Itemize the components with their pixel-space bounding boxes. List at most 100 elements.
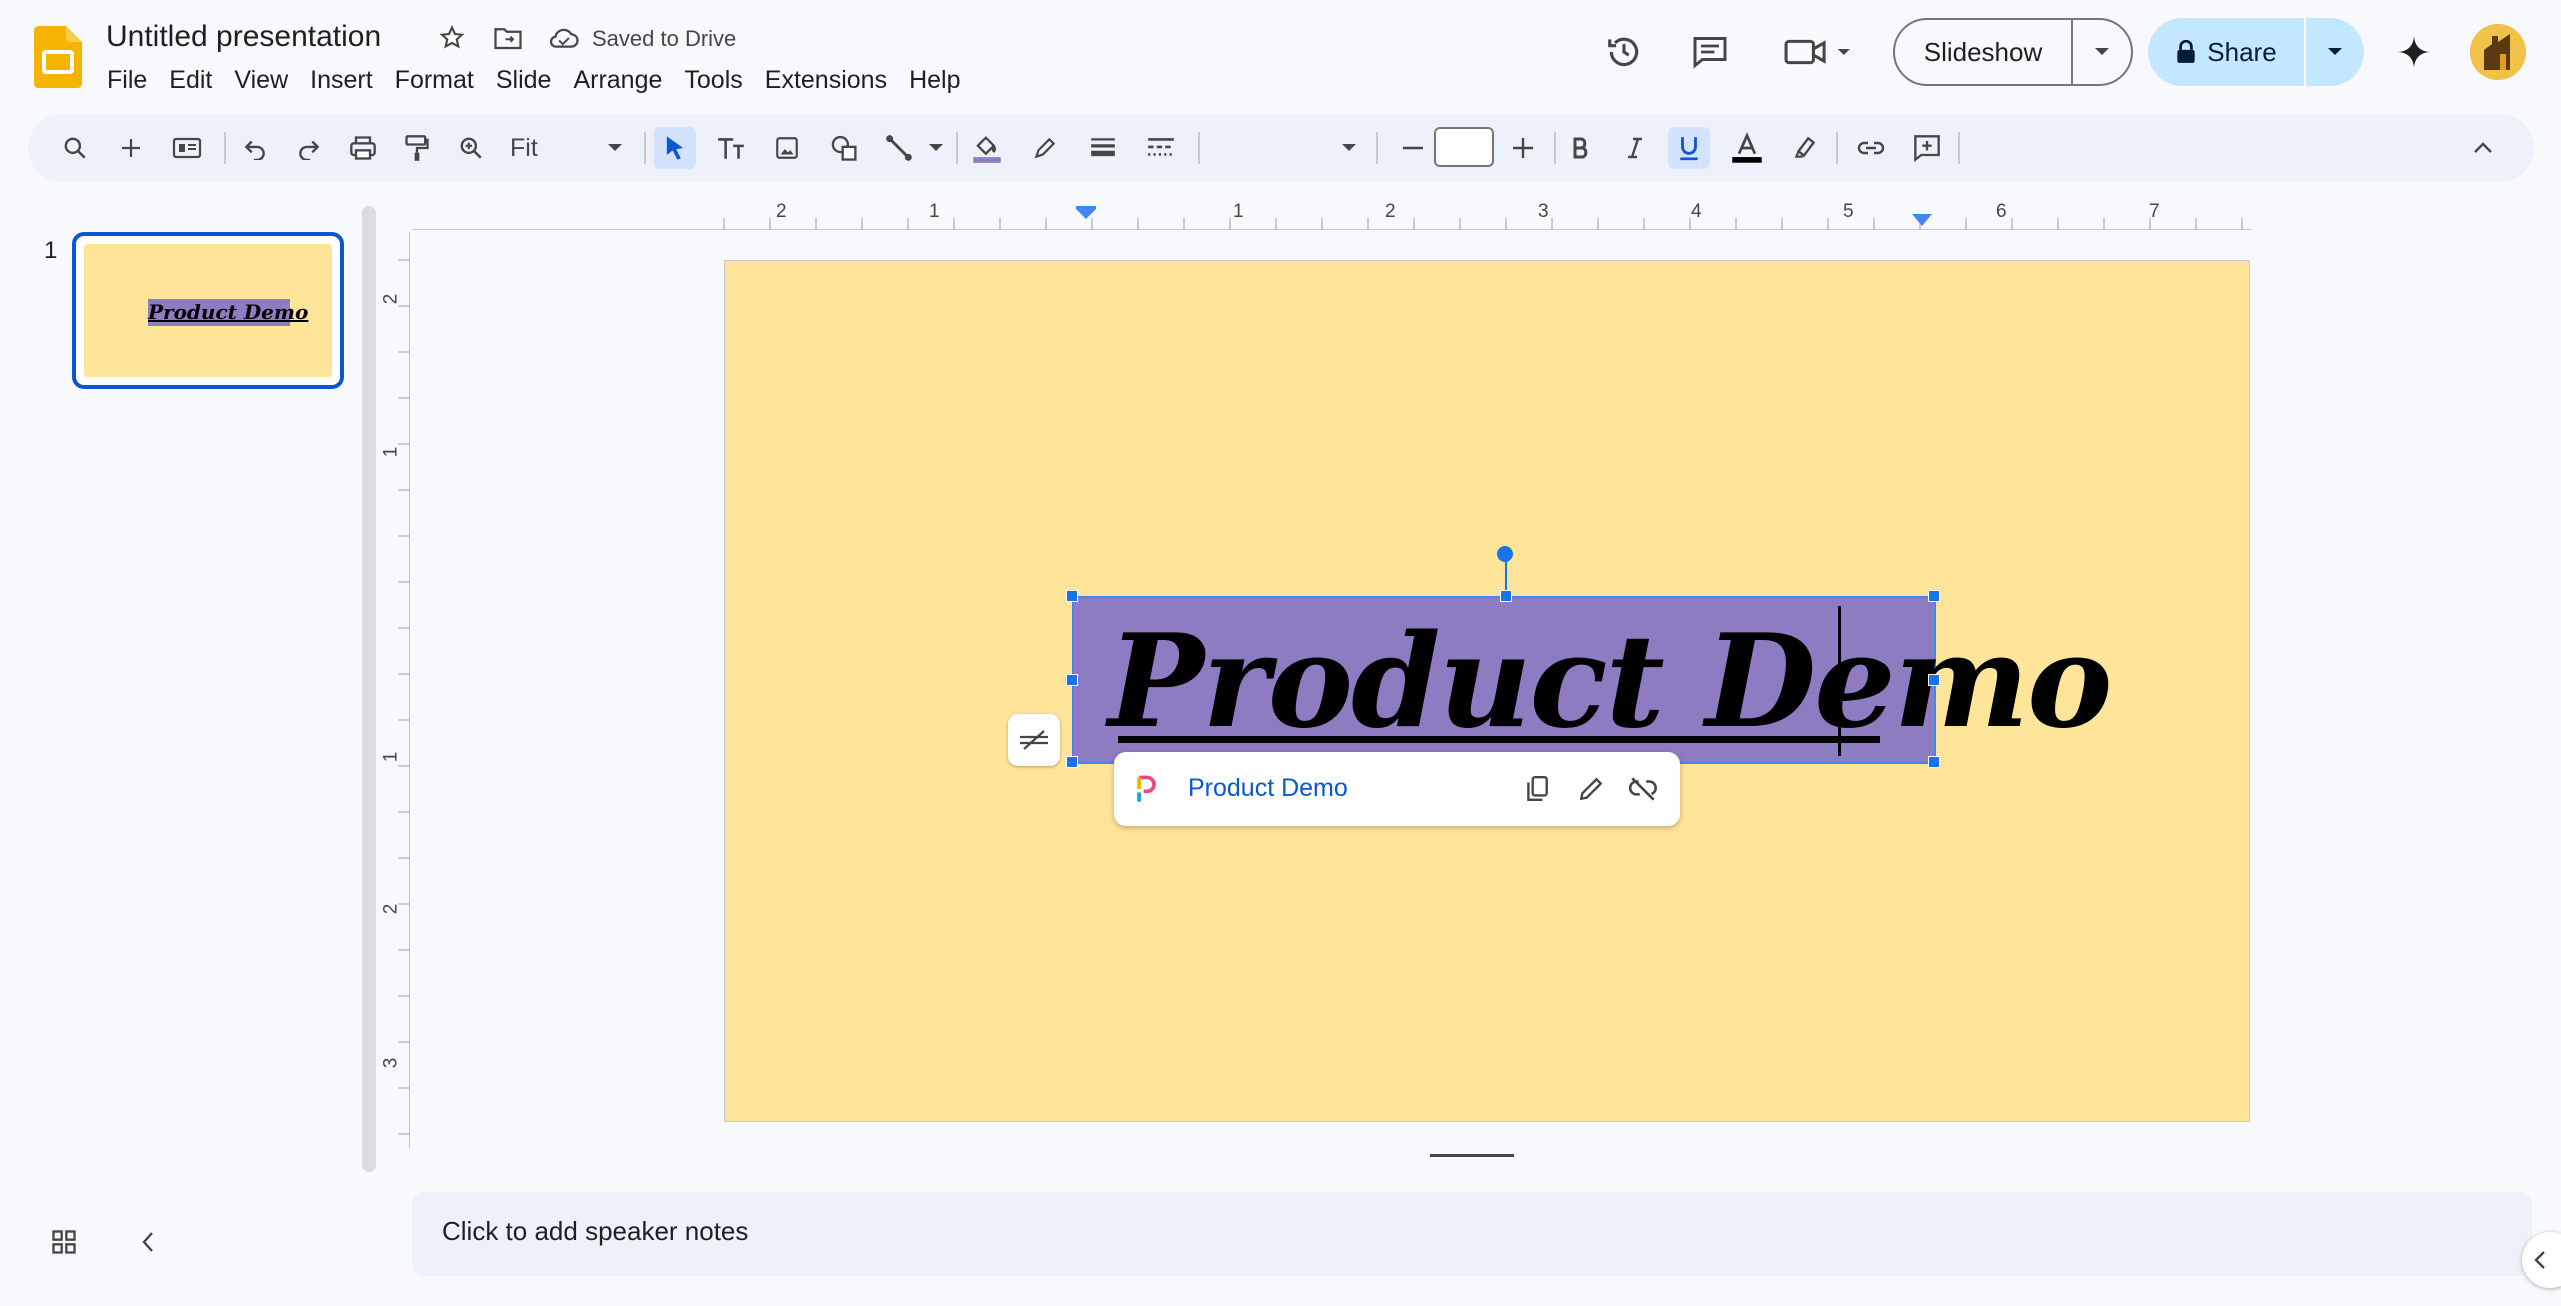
menu-file[interactable]: File [96,62,158,99]
zoom-icon[interactable] [450,127,492,169]
text-cursor [1838,606,1841,756]
ruler-h-label: 5 [1843,201,1854,222]
smart-chip-toggle[interactable] [1008,714,1060,766]
zoom-value: Fit [510,133,538,162]
search-menus-icon[interactable] [54,127,96,169]
line-icon[interactable] [878,127,920,169]
cloud-saved-icon [546,20,582,56]
slides-logo-icon[interactable] [34,26,82,88]
thumbnail-title: Product Demo [148,299,309,326]
rotate-handle[interactable] [1497,546,1513,562]
print-icon[interactable] [342,127,384,169]
layout-icon[interactable] [166,127,208,169]
menu-help[interactable]: Help [898,62,971,99]
highlight-color-icon[interactable] [1784,127,1826,169]
meet-camera-icon[interactable] [1776,24,1860,80]
comments-icon[interactable] [1682,24,1738,80]
lock-icon [2177,39,2195,63]
speaker-notes[interactable]: Click to add speaker notes [412,1192,2532,1276]
border-weight-icon[interactable] [1082,127,1124,169]
resize-handle-n[interactable] [1500,590,1512,602]
edit-link-icon[interactable] [1572,770,1610,808]
ruler-v-label: 1 [380,751,402,763]
slide-thumbnail[interactable]: Product Demo [72,232,344,389]
ruler-h-label: 3 [1538,201,1549,222]
font-size-input[interactable] [1434,127,1494,167]
decrease-font-size-icon[interactable] [1392,127,1434,169]
save-status: Saved to Drive [592,26,737,51]
ruler-h-label: 7 [2149,201,2160,222]
font-dropdown-icon[interactable] [1328,127,1370,169]
menu-edit[interactable]: Edit [158,62,223,99]
resize-handle-e[interactable] [1928,674,1940,686]
resize-handle-nw[interactable] [1066,590,1078,602]
star-icon[interactable] [434,20,470,56]
border-color-icon[interactable] [1024,127,1066,169]
add-comment-icon[interactable] [1906,127,1948,169]
title-underline [1118,736,1880,743]
chevron-left-icon [2534,1251,2545,1269]
zoom-dropdown-icon[interactable] [594,127,636,169]
horizontal-ruler: 2 1 1 2 3 4 5 6 7 [412,200,2532,230]
link-text[interactable]: Product Demo [1188,774,1348,803]
copy-link-icon[interactable] [1518,770,1556,808]
redo-icon[interactable] [288,127,330,169]
menu-arrange[interactable]: Arrange [562,62,673,99]
notes-resize-handle[interactable] [1430,1154,1514,1157]
shape-icon[interactable] [824,127,866,169]
ruler-v-label: 2 [380,293,402,305]
menu-slide[interactable]: Slide [485,62,563,99]
collapse-toolbar-icon[interactable] [2462,127,2504,169]
account-avatar[interactable] [2470,24,2526,80]
resize-handle-ne[interactable] [1928,590,1940,602]
slide-number: 1 [44,237,58,264]
collapse-filmstrip-icon[interactable] [124,1218,172,1266]
ruler-h-label: 2 [1385,201,1396,222]
remove-link-icon[interactable] [1624,770,1662,808]
insert-image-icon[interactable] [766,127,808,169]
line-dropdown-icon[interactable] [918,127,954,169]
vertical-ruler: 2 1 1 2 3 [380,232,410,1148]
gemini-sparkle-icon[interactable] [2386,24,2442,80]
bold-icon[interactable] [1560,127,1602,169]
ruler-v-label: 1 [380,446,402,458]
resize-handle-w[interactable] [1066,674,1078,686]
text-color-icon[interactable] [1726,127,1768,169]
share-dropdown-icon[interactable] [2304,18,2364,86]
move-folder-icon[interactable] [490,20,526,56]
document-title[interactable]: Untitled presentation [106,20,381,54]
border-dash-icon[interactable] [1140,127,1182,169]
grid-view-icon[interactable] [40,1218,88,1266]
select-cursor-icon[interactable] [654,127,696,169]
increase-font-size-icon[interactable] [1502,127,1544,169]
version-history-icon[interactable] [1596,24,1652,80]
menu-extensions[interactable]: Extensions [754,62,898,99]
resize-handle-sw[interactable] [1066,756,1078,768]
ruler-h-label: 4 [1691,201,1702,222]
speaker-notes-placeholder[interactable]: Click to add speaker notes [442,1216,748,1247]
slideshow-dropdown-icon[interactable] [2071,20,2131,84]
menu-insert[interactable]: Insert [299,62,384,99]
ruler-v-label: 3 [380,1057,402,1069]
slideshow-button[interactable]: Slideshow [1893,18,2133,86]
filmstrip-scrollbar[interactable] [362,206,376,1172]
ruler-h-label: 1 [1233,201,1244,222]
italic-icon[interactable] [1614,127,1656,169]
slideshow-label[interactable]: Slideshow [1895,37,2071,68]
paint-format-icon[interactable] [396,127,438,169]
menu-tools[interactable]: Tools [673,62,753,99]
menu-view[interactable]: View [223,62,299,99]
insert-link-icon[interactable] [1850,127,1892,169]
resize-handle-se[interactable] [1928,756,1940,768]
underline-icon[interactable] [1668,127,1710,169]
title-textbox[interactable]: Product Demo [1066,590,2112,768]
ruler-h-label: 2 [776,201,787,222]
undo-icon[interactable] [234,127,276,169]
share-button[interactable]: Share [2148,18,2364,86]
unlink-layout-icon [1020,730,1048,750]
text-box-icon[interactable] [710,127,752,169]
new-slide-icon[interactable] [110,127,152,169]
fill-color-icon[interactable] [966,127,1008,169]
ruler-h-label: 6 [1996,201,2007,222]
menu-format[interactable]: Format [384,62,485,99]
